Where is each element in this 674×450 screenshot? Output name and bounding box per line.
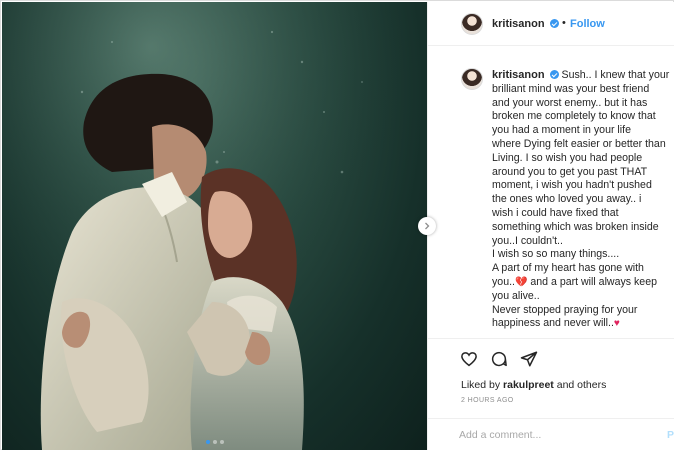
verified-badge-icon — [549, 70, 559, 79]
caption-line: something which was broken inside — [492, 220, 659, 233]
caption-line: and your worst enemy.. but it has — [492, 96, 648, 109]
carousel-dot — [212, 440, 217, 444]
comment-input[interactable] — [459, 428, 639, 442]
header-username[interactable]: kritisanon — [492, 18, 545, 30]
caption-line: you had a moment in your life — [492, 124, 631, 137]
caption-line: where Dying felt easier or better than — [492, 137, 666, 150]
next-image-button[interactable] — [418, 217, 436, 235]
post-timestamp[interactable]: 2 HOURS AGO — [461, 397, 514, 404]
carousel-dot — [219, 440, 224, 444]
caption-line: happiness and never will.. — [492, 317, 614, 330]
likes-user-link[interactable]: rakulpreet — [503, 379, 554, 391]
post-details-panel: kritisanon • Follow kritisanon Sush.. I … — [427, 2, 674, 450]
post-header: kritisanon • Follow — [428, 2, 674, 46]
caption-text: kritisanon Sush.. I knew that your brill… — [492, 69, 670, 331]
broken-heart-icon: 💔 — [514, 276, 528, 288]
heart-outline-icon[interactable] — [460, 350, 478, 368]
caption-line: broken me completely to know that — [492, 110, 656, 123]
caption-line: you.. — [492, 275, 515, 288]
separator-dot: • — [562, 17, 566, 29]
verified-badge-icon — [550, 19, 559, 28]
post-comment-button[interactable]: P — [667, 429, 674, 441]
caption-line: A part of my heart has gone with — [492, 262, 644, 275]
post-photo[interactable] — [2, 2, 427, 450]
caption-line: and a part will always keep — [530, 275, 657, 288]
caption-line: the ones who loved you away.. i — [492, 193, 642, 206]
caption-line: you alive.. — [492, 289, 540, 302]
caption-line: you..I couldn't.. — [492, 234, 563, 247]
avatar[interactable] — [461, 68, 483, 90]
add-comment-bar: P — [428, 418, 674, 450]
caption-line: I wish so so many things.... — [492, 248, 620, 261]
action-bar — [428, 338, 674, 378]
likes-prefix: Liked by — [461, 379, 501, 391]
speech-bubble-icon[interactable] — [490, 350, 508, 368]
caption-line: brilliant mind was your best friend — [492, 82, 650, 95]
caption-line: moment, i wish you hadn't pushed — [492, 179, 652, 192]
carousel-indicator — [2, 440, 427, 444]
follow-button[interactable]: Follow — [570, 18, 605, 30]
likes-others-link[interactable]: and others — [557, 379, 607, 391]
caption-line: wish i could have fixed that — [492, 206, 619, 219]
caption-username[interactable]: kritisanon — [492, 69, 545, 81]
instagram-post-window: kritisanon • Follow kritisanon Sush.. I … — [0, 0, 674, 450]
caption-line: Sush.. I knew that your — [561, 69, 670, 81]
likes-summary: Liked by rakulpreet and others — [461, 379, 606, 391]
avatar[interactable] — [461, 13, 483, 35]
paper-plane-icon[interactable] — [520, 350, 538, 368]
caption-area: kritisanon Sush.. I knew that your brill… — [428, 47, 674, 337]
red-heart-icon: ♥ — [613, 318, 620, 330]
carousel-dot — [205, 440, 210, 444]
caption-line: around you to get you past THAT — [492, 165, 648, 178]
caption-line: Living. I so wish you had people — [492, 151, 643, 164]
underwater-couple-image — [2, 2, 427, 450]
chevron-right-icon — [425, 222, 430, 230]
caption-line: Never stopped praying for your — [492, 303, 638, 316]
